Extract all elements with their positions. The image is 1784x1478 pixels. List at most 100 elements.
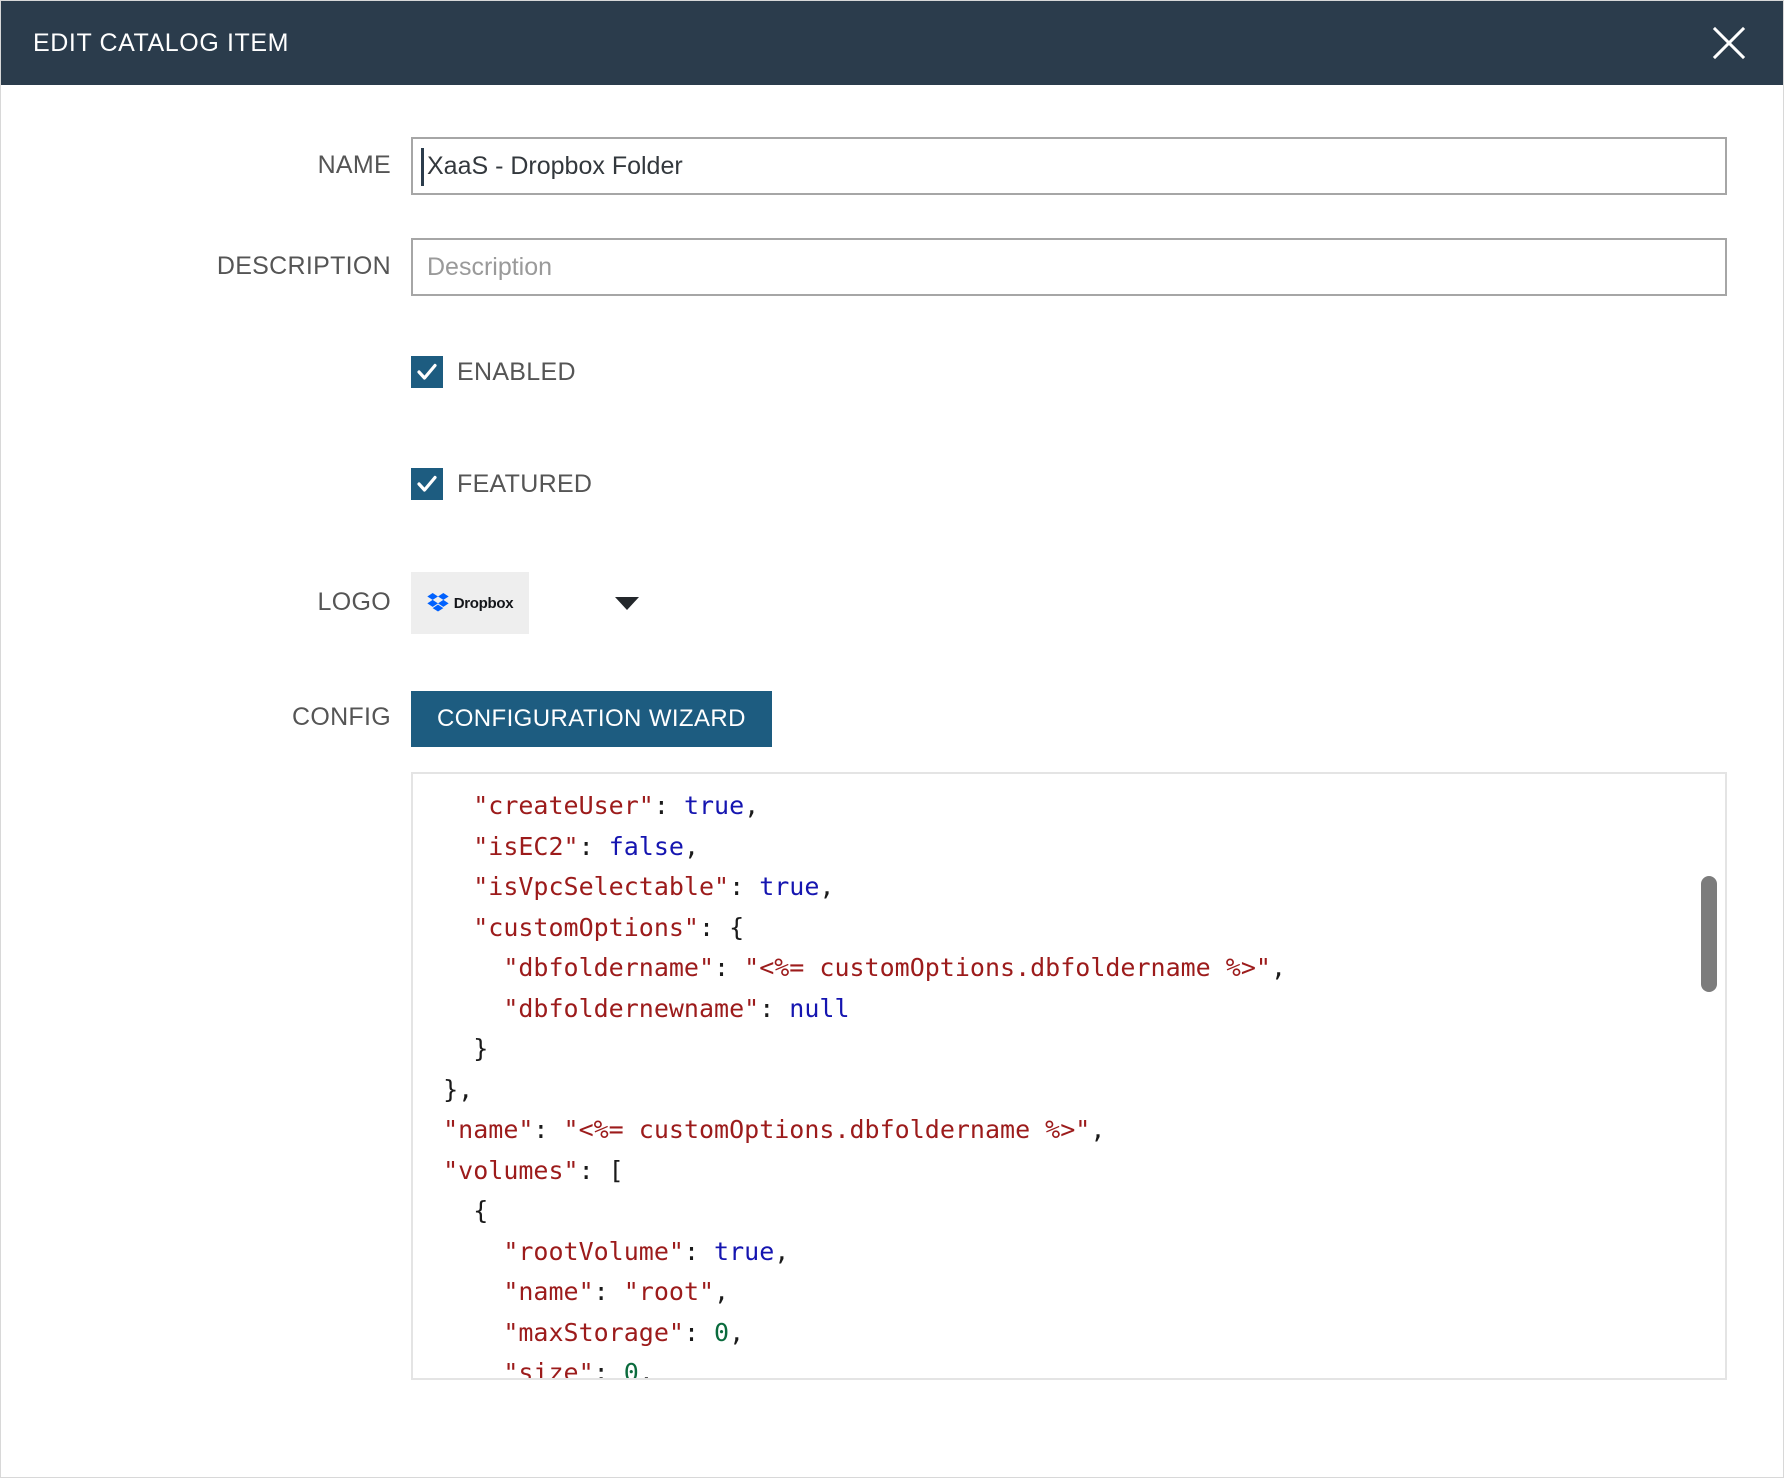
code-token-punct	[413, 1156, 443, 1185]
featured-checkbox[interactable]	[411, 468, 443, 500]
code-token-punct: :	[533, 1115, 563, 1144]
code-token-str: "root"	[624, 1277, 714, 1306]
code-line: "volumes": [	[413, 1151, 1725, 1192]
code-token-num: 0	[714, 1318, 729, 1347]
logo-row: LOGO Dropbox	[1, 572, 1783, 634]
dropbox-logo-icon: Dropbox	[427, 593, 514, 613]
code-token-punct: ,	[774, 1237, 789, 1266]
code-line: "rootVolume": true,	[413, 1232, 1725, 1273]
config-code-content[interactable]: "createUser": true, "isEC2": false, "isV…	[413, 774, 1725, 1380]
code-token-str: "<%= customOptions.dbfoldername %>"	[564, 1115, 1091, 1144]
code-token-punct: :	[684, 1237, 714, 1266]
config-row: CONFIG CONFIGURATION WIZARD "createUser"…	[1, 691, 1783, 1380]
code-line: "createUser": true,	[413, 786, 1725, 827]
code-token-punct: :	[729, 872, 759, 901]
code-token-punct	[413, 953, 503, 982]
code-token-num: 0	[624, 1358, 639, 1380]
code-token-punct: :	[579, 832, 609, 861]
logo-preview[interactable]: Dropbox	[411, 572, 529, 634]
code-token-punct: :	[594, 1277, 624, 1306]
code-token-key: "size"	[503, 1358, 593, 1380]
config-label: CONFIG	[1, 691, 411, 730]
code-token-punct	[413, 791, 473, 820]
chevron-down-icon[interactable]	[615, 597, 639, 610]
code-token-punct: :	[759, 994, 789, 1023]
code-token-bool: false	[609, 832, 684, 861]
code-token-punct	[413, 872, 473, 901]
description-input-placeholder: Description	[427, 253, 552, 282]
featured-row: FEATURED	[1, 468, 1783, 500]
code-token-punct: ,	[684, 832, 699, 861]
code-line: "name": "<%= customOptions.dbfoldername …	[413, 1110, 1725, 1151]
code-token-punct: ,	[729, 1318, 744, 1347]
code-line: "customOptions": {	[413, 908, 1725, 949]
enabled-row: ENABLED	[1, 356, 1783, 388]
code-token-punct: ,	[1090, 1115, 1105, 1144]
code-line: "isEC2": false,	[413, 827, 1725, 868]
code-line: },	[413, 1070, 1725, 1111]
code-token-key: "dbfoldernewname"	[503, 994, 759, 1023]
code-token-punct: }	[413, 1034, 488, 1063]
code-token-punct	[413, 913, 473, 942]
code-line: }	[413, 1029, 1725, 1070]
code-token-key: "name"	[503, 1277, 593, 1306]
page-title: EDIT CATALOG ITEM	[33, 31, 289, 56]
name-input-value: XaaS - Dropbox Folder	[427, 152, 683, 181]
code-token-key: "isVpcSelectable"	[473, 872, 729, 901]
code-line: "size": 0,	[413, 1353, 1725, 1380]
code-token-punct: ,	[639, 1358, 654, 1380]
code-token-key: "customOptions"	[473, 913, 699, 942]
featured-label: FEATURED	[457, 472, 592, 497]
close-icon	[1712, 26, 1746, 60]
code-token-punct: ,	[744, 791, 759, 820]
code-token-punct	[413, 1318, 503, 1347]
editor-scrollbar-thumb[interactable]	[1701, 876, 1717, 992]
code-token-punct: ,	[714, 1277, 729, 1306]
code-token-punct	[413, 1277, 503, 1306]
code-token-punct: },	[413, 1075, 473, 1104]
code-line: "dbfoldernewname": null	[413, 989, 1725, 1030]
code-token-bool: true	[759, 872, 819, 901]
name-row: NAME XaaS - Dropbox Folder	[1, 137, 1783, 195]
code-token-punct: ,	[1271, 953, 1286, 982]
description-input[interactable]: Description	[411, 238, 1727, 296]
enabled-label: ENABLED	[457, 360, 576, 385]
code-token-key: "dbfoldername"	[503, 953, 714, 982]
code-token-key: "rootVolume"	[503, 1237, 684, 1266]
logo-label: LOGO	[1, 572, 411, 615]
code-line: "name": "root",	[413, 1272, 1725, 1313]
enabled-checkbox[interactable]	[411, 356, 443, 388]
close-button[interactable]	[1703, 17, 1755, 69]
code-token-punct: {	[413, 1196, 488, 1225]
code-token-punct: ,	[819, 872, 834, 901]
code-token-punct	[413, 832, 473, 861]
code-token-bool: true	[684, 791, 744, 820]
configuration-wizard-button[interactable]: CONFIGURATION WIZARD	[411, 691, 772, 747]
code-token-punct: : {	[699, 913, 744, 942]
code-token-key: "name"	[443, 1115, 533, 1144]
name-label: NAME	[1, 137, 411, 178]
editor-scrollbar[interactable]	[1701, 774, 1717, 1378]
code-token-key: "createUser"	[473, 791, 654, 820]
modal-header: EDIT CATALOG ITEM	[1, 1, 1783, 85]
code-line: {	[413, 1191, 1725, 1232]
code-token-punct: :	[594, 1358, 624, 1380]
code-token-punct: :	[684, 1318, 714, 1347]
checkmark-icon	[416, 473, 438, 495]
modal-body: NAME XaaS - Dropbox Folder DESCRIPTION D…	[1, 137, 1783, 1380]
code-token-punct	[413, 994, 503, 1023]
code-token-key: "maxStorage"	[503, 1318, 684, 1347]
code-token-punct	[413, 1115, 443, 1144]
code-token-null: null	[789, 994, 849, 1023]
name-input[interactable]: XaaS - Dropbox Folder	[411, 137, 1727, 195]
code-token-key: "isEC2"	[473, 832, 578, 861]
code-token-key: "volumes"	[443, 1156, 578, 1185]
code-token-punct: :	[714, 953, 744, 982]
checkmark-icon	[416, 361, 438, 383]
description-label: DESCRIPTION	[1, 238, 411, 279]
code-token-punct	[413, 1237, 503, 1266]
config-code-editor[interactable]: "createUser": true, "isEC2": false, "isV…	[411, 772, 1727, 1380]
code-token-punct	[413, 1358, 503, 1380]
dropbox-logo-text: Dropbox	[454, 595, 514, 612]
code-line: "dbfoldername": "<%= customOptions.dbfol…	[413, 948, 1725, 989]
